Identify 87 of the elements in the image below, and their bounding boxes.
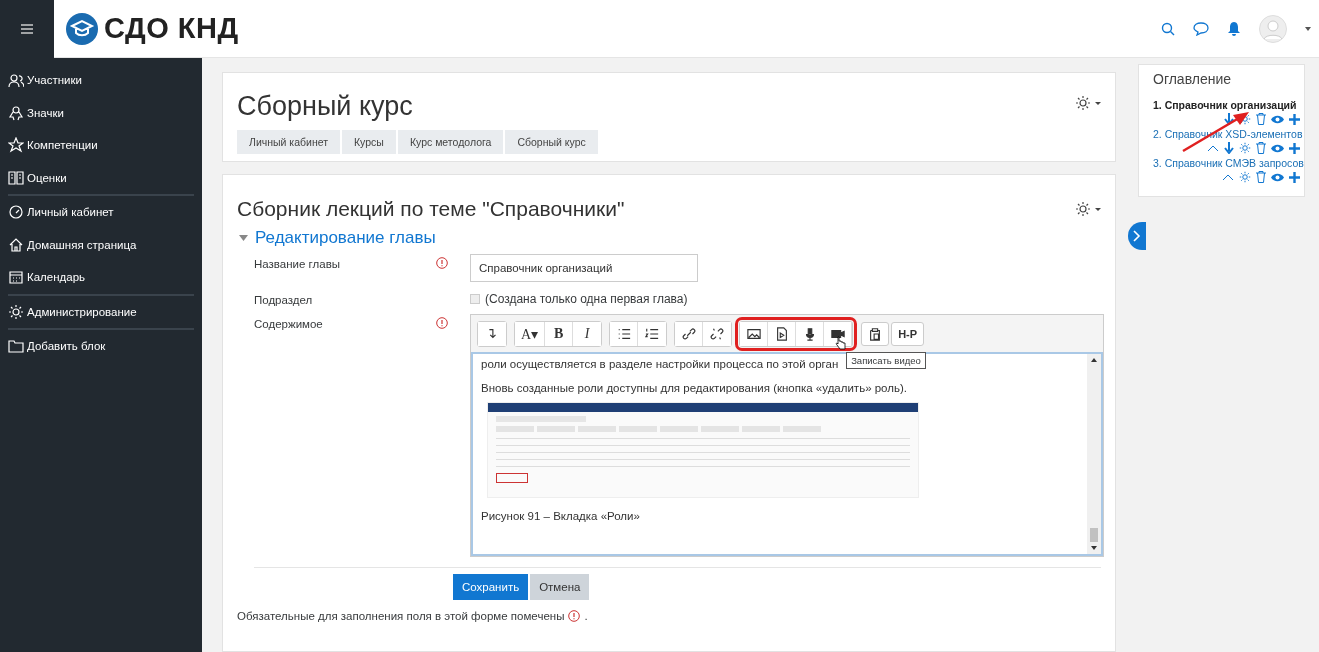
required-note: Обязательные для заполнения поля в этой форме помечены [237,610,565,622]
toolbar-button[interactable]: A▾ [515,322,546,346]
trash-icon[interactable] [1256,142,1266,154]
sidebar-item[interactable]: Администрирование [8,295,194,328]
toolbar-button[interactable]: H-P [891,322,925,346]
trash-icon[interactable] [1256,171,1266,183]
chevron-up-icon[interactable] [1207,144,1219,152]
settings-icon [8,303,24,320]
toolbar-button[interactable] [740,322,769,346]
chevron-up-icon[interactable] [1222,173,1234,181]
badge-icon [8,104,24,121]
note-period: . [584,610,588,622]
site-logo-text: СДО КНД [104,12,239,45]
clipboard-icon [868,327,883,341]
breadcrumb-link[interactable]: Сборный курс [505,130,600,154]
toolbar-button[interactable] [610,322,639,346]
book-title: Сборник лекций по теме "Справочники" [237,197,625,221]
sidebar-item[interactable]: Личный кабинет [8,196,194,229]
chat-bubble-icon[interactable] [1193,21,1209,36]
breadcrumb-link[interactable]: Курсы [342,130,398,154]
scrollbar[interactable] [1087,354,1101,554]
scroll-up-arrow-icon[interactable] [1091,358,1097,362]
menu-icon [21,23,33,34]
settings-icon[interactable] [1239,142,1251,154]
book-icon [8,169,24,186]
sidebar-item[interactable]: Компетенции [8,129,194,162]
numbered-list-icon [645,327,660,341]
course-title: Сборный курс [237,91,413,122]
tooltip: Записать видео [846,352,926,369]
caret-icon [239,235,248,241]
search-icon[interactable] [1161,21,1175,36]
caret-icon[interactable] [1305,26,1311,31]
settings-icon[interactable] [1239,171,1251,183]
save-button[interactable]: Сохранить [453,574,529,600]
star-icon [8,137,24,154]
arrow-down-icon[interactable] [1224,113,1234,125]
bell-icon[interactable] [1227,20,1241,37]
sidebar-item[interactable]: Домашняя страница [8,228,194,261]
sidebar-item[interactable]: Значки [8,96,194,129]
trash-icon[interactable] [1256,113,1266,125]
link-icon [681,327,696,341]
cancel-button[interactable]: Отмена [530,574,590,600]
required-icon [568,610,581,622]
eye-icon[interactable] [1271,143,1284,153]
editor-paragraph: Рисунок 91 – Вкладка «Роли» [481,510,640,522]
field-label: Подраздел [254,293,314,306]
checkbox-label: (Создана только одна первая глава) [485,292,688,306]
toolbar-button[interactable] [675,322,704,346]
sidebar-item[interactable]: Оценки [8,161,194,194]
sidebar-item[interactable]: Участники [8,64,194,97]
editor-paragraph: Вновь созданные роли доступны для редактирования (кнопка «удалить» роль). [481,382,907,394]
editor-paragraph: роли осуществляется в разделе настройки процесса по этой орган [481,358,839,370]
settings-icon [1075,201,1101,217]
toolbar-button[interactable] [861,322,890,346]
plus-icon[interactable] [1289,171,1300,183]
video-camera-icon [830,327,845,341]
menu-button[interactable] [0,0,54,58]
plus-icon[interactable] [1289,113,1300,125]
breadcrumb-link[interactable]: Личный кабинет [237,130,342,154]
drawer-toggle-button[interactable] [1128,222,1146,250]
sidebar-item[interactable]: Календарь [8,261,194,294]
chevron-right-icon [1133,230,1141,242]
breadcrumb-link[interactable]: Курс методолога [397,130,506,154]
media-file-icon [774,327,789,341]
home-icon [8,236,24,253]
chapter-name-input[interactable]: Справочник организаций [470,254,698,282]
scrollbar-thumb[interactable] [1090,528,1098,542]
sidebar-item[interactable]: Добавить блок [8,330,194,363]
toc-title: Оглавление [1153,71,1233,87]
eye-icon[interactable] [1271,114,1284,124]
gauge-icon [8,204,24,221]
image-icon [746,327,761,341]
arrow-down-icon[interactable] [1224,142,1234,154]
field-label: Название главы [254,257,341,272]
toc-chapter-link[interactable]: 1. Справочник организаций [1153,99,1300,111]
graduation-cap-logo-icon [66,12,98,45]
bulleted-list-icon [616,327,631,341]
scroll-down-arrow-icon[interactable] [1091,546,1097,550]
eye-icon[interactable] [1271,172,1284,182]
settings-icon [1075,95,1101,111]
folder-icon [8,338,24,355]
field-label: Содержимое [254,317,324,332]
plus-icon[interactable] [1289,142,1300,154]
section-toggle[interactable]: Редактирование главы [237,228,1101,248]
users-icon [8,72,24,89]
calendar-icon [8,269,24,286]
broken-link-icon [710,327,725,341]
